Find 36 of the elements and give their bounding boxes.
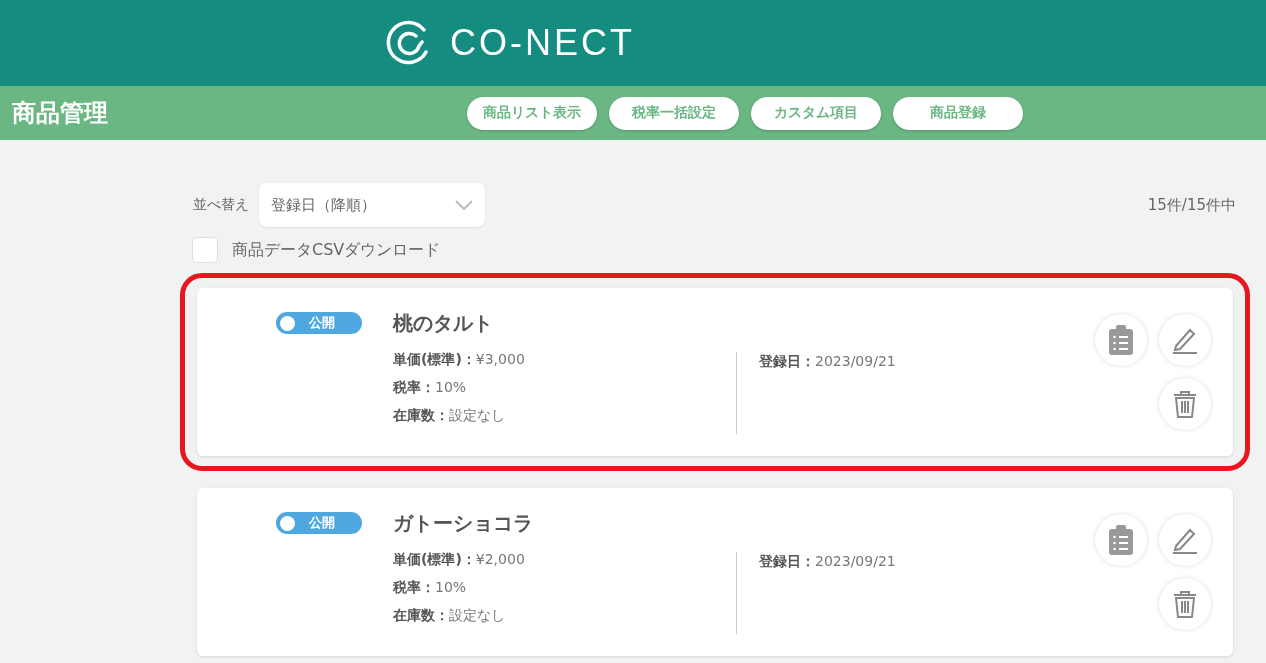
sort-dropdown[interactable]: 登録日（降順） — [259, 183, 485, 227]
csv-checkbox[interactable] — [192, 237, 218, 263]
clipboard-list-icon — [1108, 325, 1134, 355]
product-name: ガトーショコラ — [393, 510, 534, 537]
chevron-down-icon — [455, 200, 473, 210]
product-detail: 在庫数：設定なし — [393, 407, 506, 425]
status-toggle[interactable]: 公開 — [276, 312, 362, 334]
csv-download-label: 商品データCSVダウンロード — [232, 239, 441, 261]
page-title: 商品管理 — [12, 98, 109, 129]
edit-button[interactable] — [1159, 314, 1211, 366]
status-toggle[interactable]: 公開 — [276, 512, 362, 534]
product-detail: 税率：10% — [393, 579, 468, 597]
nav-button[interactable]: カスタム項目 — [751, 96, 881, 130]
product-detail: 単価(標準)：¥3,000 — [393, 351, 526, 369]
result-count: 15件/15件中 — [1147, 195, 1236, 215]
logo-text: CO-NECT — [450, 22, 635, 64]
registration-date: 登録日：2023/09/21 — [759, 553, 897, 571]
delete-button[interactable] — [1159, 378, 1211, 430]
delete-button[interactable] — [1159, 578, 1211, 630]
nav-button[interactable]: 商品リスト表示 — [467, 96, 597, 130]
pencil-icon — [1172, 326, 1198, 354]
details-button[interactable] — [1095, 314, 1147, 366]
product-detail: 在庫数：設定なし — [393, 607, 506, 625]
edit-button[interactable] — [1159, 514, 1211, 566]
product-detail: 税率：10% — [393, 379, 468, 397]
clipboard-list-icon — [1108, 525, 1134, 555]
details-button[interactable] — [1095, 514, 1147, 566]
registration-date: 登録日：2023/09/21 — [759, 353, 897, 371]
product-name: 桃のタルト — [393, 310, 494, 337]
trash-icon — [1172, 390, 1198, 418]
sort-label: 並べ替え — [193, 196, 249, 214]
nav-button[interactable]: 税率一括設定 — [609, 96, 739, 130]
nav-button[interactable]: 商品登録 — [893, 96, 1023, 130]
trash-icon — [1172, 590, 1198, 618]
pencil-icon — [1172, 526, 1198, 554]
product-detail: 単価(標準)：¥2,000 — [393, 551, 526, 569]
